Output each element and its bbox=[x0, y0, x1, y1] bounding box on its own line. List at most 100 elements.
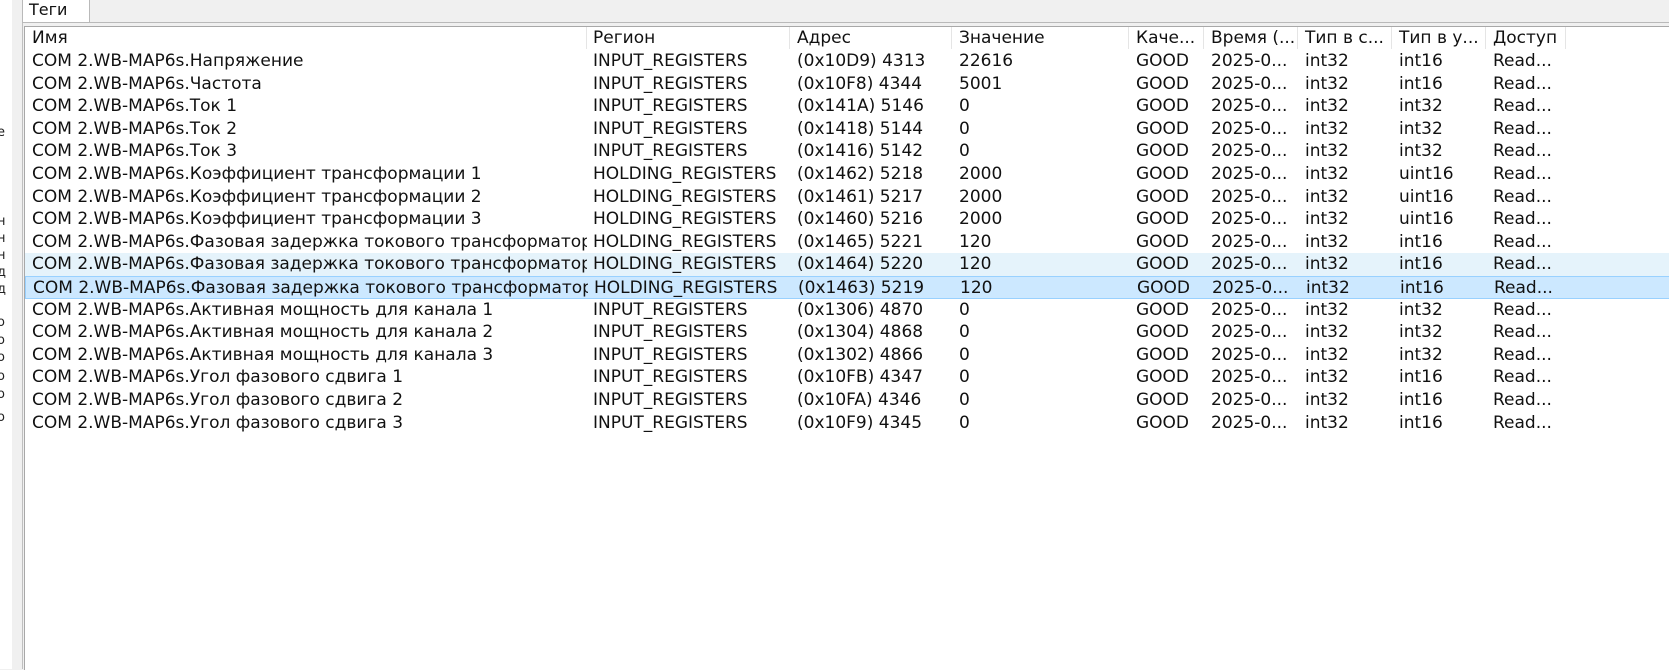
table-cell: Read... bbox=[1493, 164, 1552, 184]
table-cell: 0 bbox=[959, 345, 970, 365]
table-cell: HOLDING_REGISTERS bbox=[593, 187, 777, 207]
table-cell: (0x1304) 4868 bbox=[797, 322, 924, 342]
table-row[interactable]: COM 2.WB-MAP6s.Частота INPUT_REGISTERS (0x… bbox=[25, 73, 1669, 96]
table-row[interactable]: COM 2.WB-MAP6s.Фазовая задержка токового… bbox=[25, 276, 1669, 299]
table-cell: Read... bbox=[1493, 209, 1552, 229]
table-cell: 22616 bbox=[959, 51, 1014, 71]
table-row[interactable]: COM 2.WB-MAP6s.Угол фазового сдвига 3 INP… bbox=[25, 412, 1669, 435]
header-col-name[interactable]: Имя bbox=[25, 27, 587, 49]
table-cell: Read... bbox=[1493, 254, 1552, 274]
table-row[interactable]: COM 2.WB-MAP6s.Коэффициент трансформации… bbox=[25, 163, 1669, 186]
table-cell: Read... bbox=[1494, 278, 1553, 298]
table-cell: Read... bbox=[1493, 187, 1552, 207]
table-cell: int32 bbox=[1305, 96, 1349, 116]
table-cell: GOOD bbox=[1136, 187, 1190, 207]
table-cell: int16 bbox=[1399, 74, 1443, 94]
table-cell: Read... bbox=[1493, 390, 1552, 410]
table-cell: Read... bbox=[1493, 367, 1552, 387]
table-cell: (0x1464) 5220 bbox=[797, 254, 924, 274]
table-cell: 2025-0... bbox=[1211, 119, 1288, 139]
table-cell: HOLDING_REGISTERS bbox=[593, 254, 777, 274]
table-cell: GOOD bbox=[1136, 141, 1190, 161]
table-cell: Read... bbox=[1493, 51, 1552, 71]
table-cell: int32 bbox=[1305, 345, 1349, 365]
table-cell: 2025-0... bbox=[1212, 278, 1289, 298]
table-cell: uint16 bbox=[1399, 209, 1454, 229]
tab-tags[interactable]: Теги bbox=[22, 0, 90, 22]
header-col-value[interactable]: Значение bbox=[952, 27, 1129, 49]
table-cell: int16 bbox=[1399, 413, 1443, 433]
table-cell: INPUT_REGISTERS bbox=[593, 300, 748, 320]
table-row[interactable]: COM 2.WB-MAP6s.Ток 2 INPUT_REGISTERS (0x14… bbox=[25, 118, 1669, 141]
panel-splitter[interactable] bbox=[12, 0, 23, 669]
table-row[interactable]: COM 2.WB-MAP6s.Активная мощность для кан… bbox=[25, 299, 1669, 322]
left-panel-fragment: д bbox=[0, 265, 6, 280]
table-cell: COM 2.WB-MAP6s.Фазовая задержка токового… bbox=[32, 232, 587, 252]
table-cell: 120 bbox=[959, 232, 992, 252]
table-cell: 2025-0... bbox=[1211, 390, 1288, 410]
table-cell: (0x10F9) 4345 bbox=[797, 413, 923, 433]
header-col-quality[interactable]: Каче... bbox=[1129, 27, 1204, 49]
table-cell: int32 bbox=[1305, 232, 1349, 252]
table-cell: int16 bbox=[1399, 254, 1443, 274]
header-col-device-type[interactable]: Тип в у... bbox=[1392, 27, 1486, 49]
splitter-line bbox=[22, 0, 23, 669]
table-cell: INPUT_REGISTERS bbox=[593, 96, 748, 116]
table-cell: 0 bbox=[959, 390, 970, 410]
table-row[interactable]: COM 2.WB-MAP6s.Ток 3 INPUT_REGISTERS (0x14… bbox=[25, 140, 1669, 163]
table-cell: 120 bbox=[959, 254, 992, 274]
table-cell: (0x1462) 5218 bbox=[797, 164, 924, 184]
table-cell: int32 bbox=[1305, 74, 1349, 94]
table-cell: int32 bbox=[1305, 209, 1349, 229]
table-cell: (0x1461) 5217 bbox=[797, 187, 924, 207]
table-cell: HOLDING_REGISTERS bbox=[593, 209, 777, 229]
table-row[interactable]: COM 2.WB-MAP6s.Активная мощность для кан… bbox=[25, 321, 1669, 344]
table-cell: COM 2.WB-MAP6s.Частота bbox=[32, 74, 262, 94]
header-col-source-type[interactable]: Тип в с... bbox=[1298, 27, 1392, 49]
table-row[interactable]: COM 2.WB-MAP6s.Ток 1 INPUT_REGISTERS (0x14… bbox=[25, 95, 1669, 118]
table-cell: HOLDING_REGISTERS bbox=[593, 164, 777, 184]
table-cell: INPUT_REGISTERS bbox=[593, 390, 748, 410]
header-col-time[interactable]: Время (... bbox=[1204, 27, 1298, 49]
header-col-address[interactable]: Адрес bbox=[790, 27, 952, 49]
table-cell: 2025-0... bbox=[1211, 413, 1288, 433]
tags-table[interactable]: Имя Регион Адрес Значение Каче... Время (... Т… bbox=[24, 26, 1669, 670]
header-col-region[interactable]: Регион bbox=[586, 27, 790, 49]
table-cell: (0x10F8) 4344 bbox=[797, 74, 923, 94]
table-cell: int16 bbox=[1400, 278, 1444, 298]
table-cell: INPUT_REGISTERS bbox=[593, 345, 748, 365]
table-row[interactable]: COM 2.WB-MAP6s.Угол фазового сдвига 1 INP… bbox=[25, 366, 1669, 389]
table-header: Имя Регион Адрес Значение Каче... Время (... Т… bbox=[25, 27, 1669, 49]
table-row[interactable]: COM 2.WB-MAP6s.Угол фазового сдвига 2 INP… bbox=[25, 389, 1669, 412]
table-cell: int32 bbox=[1305, 300, 1349, 320]
table-cell: (0x1465) 5221 bbox=[797, 232, 924, 252]
left-panel-fragment: о bbox=[0, 350, 5, 365]
table-row[interactable]: COM 2.WB-MAP6s.Коэффициент трансформации… bbox=[25, 208, 1669, 231]
table-cell: (0x1302) 4866 bbox=[797, 345, 924, 365]
table-row[interactable]: COM 2.WB-MAP6s.Активная мощность для кан… bbox=[25, 344, 1669, 367]
header-col-access[interactable]: Доступ bbox=[1486, 27, 1566, 49]
table-cell: COM 2.WB-MAP6s.Ток 2 bbox=[32, 119, 238, 139]
left-panel-clipped: eнннддоооооо bbox=[0, 0, 12, 669]
table-cell: 2025-0... bbox=[1211, 209, 1288, 229]
table-cell: 2025-0... bbox=[1211, 254, 1288, 274]
table-row[interactable]: COM 2.WB-MAP6s.Коэффициент трансформации… bbox=[25, 186, 1669, 209]
table-row[interactable]: COM 2.WB-MAP6s.Фазовая задержка токового… bbox=[25, 253, 1669, 276]
table-cell: 0 bbox=[959, 413, 970, 433]
table-cell: (0x1463) 5219 bbox=[798, 278, 925, 298]
table-cell: INPUT_REGISTERS bbox=[593, 322, 748, 342]
table-cell: INPUT_REGISTERS bbox=[593, 367, 748, 387]
tab-strip: Теги bbox=[22, 0, 1669, 23]
table-row[interactable]: COM 2.WB-MAP6s.Напряжение INPUT_REGISTERS… bbox=[25, 50, 1669, 73]
table-cell: int32 bbox=[1399, 96, 1443, 116]
table-cell: int16 bbox=[1399, 232, 1443, 252]
table-cell: 2025-0... bbox=[1211, 187, 1288, 207]
table-cell: COM 2.WB-MAP6s.Ток 3 bbox=[32, 141, 238, 161]
table-row[interactable]: COM 2.WB-MAP6s.Фазовая задержка токового… bbox=[25, 231, 1669, 254]
table-cell: int32 bbox=[1306, 278, 1350, 298]
table-cell: 0 bbox=[959, 367, 970, 387]
table-cell: 2025-0... bbox=[1211, 232, 1288, 252]
table-cell: 0 bbox=[959, 96, 970, 116]
table-cell: GOOD bbox=[1136, 119, 1190, 139]
table-cell: int32 bbox=[1399, 141, 1443, 161]
